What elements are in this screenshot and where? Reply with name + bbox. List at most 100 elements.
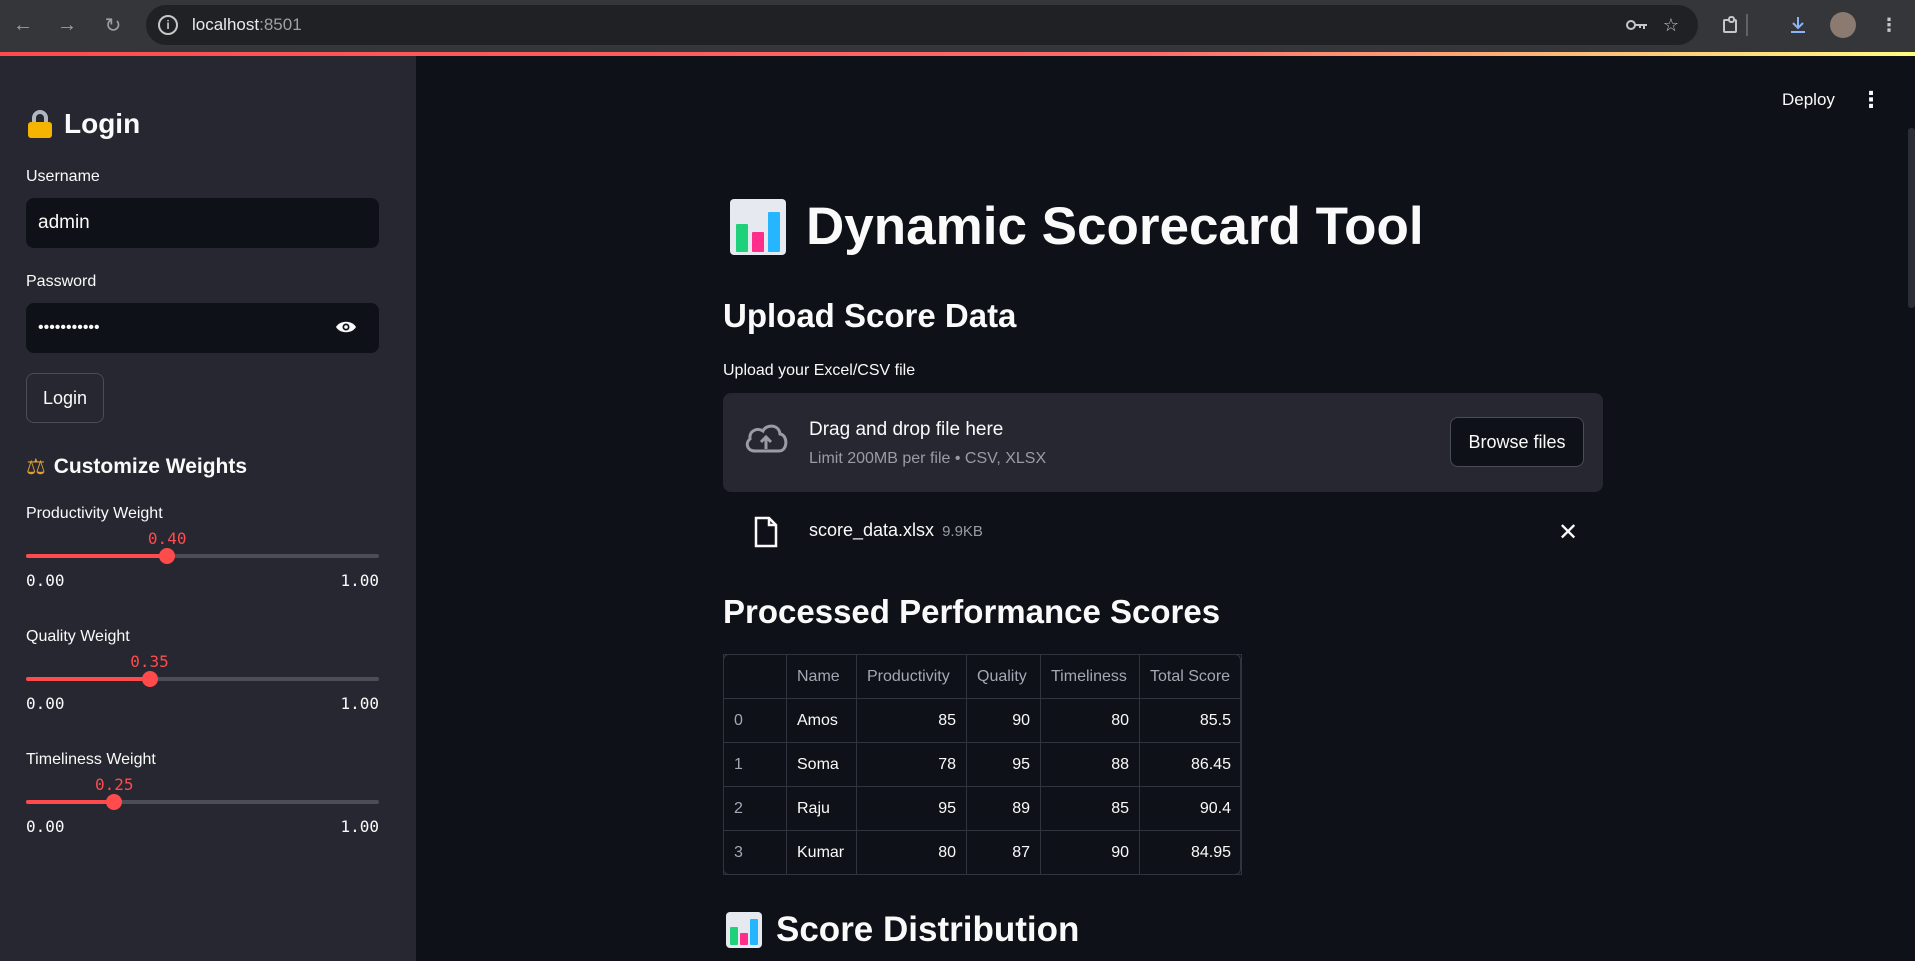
slider-max: 1.00 <box>340 571 379 590</box>
browse-files-button[interactable]: Browse files <box>1450 417 1584 467</box>
slider-track[interactable] <box>26 794 379 810</box>
column-header[interactable]: Total Score <box>1139 654 1242 699</box>
password-label: Password <box>26 273 97 290</box>
table-cell[interactable]: 88 <box>1040 742 1140 787</box>
slider-thumb[interactable] <box>159 548 176 564</box>
table-cell[interactable]: 84.95 <box>1139 830 1242 875</box>
table-cell[interactable]: 90 <box>966 698 1041 743</box>
slider-value: 0.25 <box>94 775 134 794</box>
slider-max: 1.00 <box>340 817 379 836</box>
quality-weight-slider[interactable]: Quality Weight 0.35 0.00 1.00 <box>26 628 379 713</box>
table-cell[interactable]: 95 <box>966 742 1041 787</box>
table-cell[interactable]: 87 <box>966 830 1041 875</box>
file-icon <box>754 516 778 548</box>
distribution-heading: Score Distribution <box>726 910 1079 950</box>
table-cell[interactable]: 85.5 <box>1139 698 1242 743</box>
url-text[interactable]: localhost:8501 <box>192 15 302 35</box>
main-scrollbar[interactable] <box>1908 128 1915 308</box>
login-title: Login <box>26 108 140 140</box>
forward-icon[interactable]: → <box>52 10 82 40</box>
customize-weights-text: Customize Weights <box>53 455 248 478</box>
table-row[interactable]: 1 Soma 78 95 88 86.45 <box>723 742 1242 787</box>
file-size: 9.9KB <box>942 523 983 540</box>
bookmark-star-icon[interactable]: ☆ <box>1660 14 1682 36</box>
table-cell[interactable]: 90.4 <box>1139 786 1242 831</box>
address-bar[interactable]: i localhost:8501 ☆ <box>146 5 1698 45</box>
bar-chart-icon <box>730 198 786 255</box>
password-value: ••••••••••• <box>38 319 100 336</box>
table-cell[interactable]: Soma <box>786 742 857 787</box>
toolbar-divider <box>1746 14 1748 36</box>
slider-min: 0.00 <box>26 571 65 590</box>
productivity-weight-slider[interactable]: Productivity Weight 0.40 0.00 1.00 <box>26 505 379 590</box>
download-icon[interactable] <box>1785 12 1811 38</box>
column-header[interactable]: Productivity <box>856 654 967 699</box>
file-name-text: score_data.xlsx <box>809 520 935 540</box>
table-cell[interactable]: Amos <box>786 698 857 743</box>
slider-min: 0.00 <box>26 817 65 836</box>
slider-fill <box>26 677 150 681</box>
column-header[interactable]: Timeliness <box>1040 654 1140 699</box>
file-dropzone[interactable]: Drag and drop file here Limit 200MB per … <box>723 393 1603 492</box>
extensions-icon[interactable] <box>1718 12 1744 38</box>
cloud-upload-icon <box>745 424 788 453</box>
scores-heading: Processed Performance Scores <box>723 593 1221 630</box>
back-icon[interactable]: ← <box>8 10 38 40</box>
dropzone-instructions: Drag and drop file here <box>809 419 1004 440</box>
slider-label: Productivity Weight <box>26 505 163 522</box>
upload-label: Upload your Excel/CSV file <box>723 362 916 379</box>
app-menu-icon[interactable]: ⋮ <box>1860 88 1882 112</box>
table-cell[interactable]: 89 <box>966 786 1041 831</box>
login-title-text: Login <box>64 108 141 139</box>
lock-icon <box>26 110 54 138</box>
table-cell[interactable]: 80 <box>1040 698 1140 743</box>
key-icon[interactable] <box>1626 14 1648 36</box>
password-input[interactable]: ••••••••••• <box>26 303 379 353</box>
show-password-eye-icon[interactable] <box>335 319 357 335</box>
slider-thumb[interactable] <box>141 671 158 687</box>
slider-label: Quality Weight <box>26 628 130 645</box>
page-title: Dynamic Scorecard Tool <box>730 196 1424 257</box>
bar-chart-icon <box>726 912 762 948</box>
remove-file-close-icon[interactable]: ✕ <box>1558 518 1578 547</box>
username-label: Username <box>26 168 100 185</box>
column-header[interactable]: Quality <box>966 654 1041 699</box>
browser-menu-icon[interactable]: ⋮ <box>1876 12 1902 38</box>
timeliness-weight-slider[interactable]: Timeliness Weight 0.25 0.00 1.00 <box>26 751 379 836</box>
slider-label: Timeliness Weight <box>26 751 156 768</box>
table-row[interactable]: 3 Kumar 80 87 90 84.95 <box>723 830 1242 875</box>
slider-track[interactable] <box>26 548 379 564</box>
table-cell[interactable]: 80 <box>856 830 967 875</box>
slider-max: 1.00 <box>340 694 379 713</box>
table-row[interactable]: 2 Raju 95 89 85 90.4 <box>723 786 1242 831</box>
slider-value: 0.35 <box>130 652 169 671</box>
table-row[interactable]: 0 Amos 85 90 80 85.5 <box>723 698 1242 743</box>
login-button[interactable]: Login <box>26 373 104 423</box>
username-value: admin <box>38 212 90 233</box>
slider-track[interactable] <box>26 671 379 687</box>
table-cell[interactable]: 95 <box>856 786 967 831</box>
table-cell[interactable]: 85 <box>856 698 967 743</box>
slider-fill <box>26 554 168 558</box>
table-cell[interactable]: Raju <box>786 786 857 831</box>
deploy-button[interactable]: Deploy <box>1782 90 1835 110</box>
balance-scale-icon: ⚖ <box>26 454 46 479</box>
slider-thumb[interactable] <box>106 794 123 810</box>
slider-value: 0.40 <box>147 529 187 548</box>
profile-avatar[interactable] <box>1830 12 1856 38</box>
table-cell[interactable]: 78 <box>856 742 967 787</box>
table-cell[interactable]: 85 <box>1040 786 1140 831</box>
row-index: 1 <box>723 742 787 787</box>
reload-icon[interactable]: ↻ <box>98 10 128 40</box>
browser-toolbar: ← → ↻ i localhost:8501 ☆ ⋮ <box>0 0 1915 52</box>
site-info-icon[interactable]: i <box>158 15 178 35</box>
row-index: 3 <box>723 830 787 875</box>
slider-fill <box>26 800 115 804</box>
scores-table[interactable]: Name Productivity Quality Timeliness Tot… <box>723 654 1242 875</box>
column-header[interactable]: Name <box>786 654 857 699</box>
table-cell[interactable]: 90 <box>1040 830 1140 875</box>
table-cell[interactable]: Kumar <box>786 830 857 875</box>
table-cell[interactable]: 86.45 <box>1139 742 1242 787</box>
username-input[interactable]: admin <box>26 198 379 248</box>
column-header-index[interactable] <box>723 654 787 699</box>
